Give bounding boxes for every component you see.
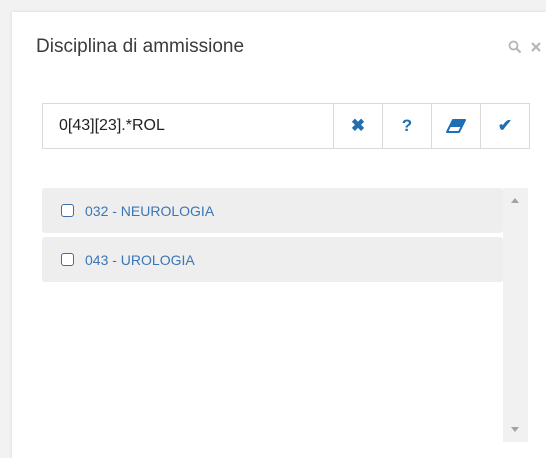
check-icon: ✔ xyxy=(497,116,513,135)
search-icon[interactable] xyxy=(508,40,522,58)
dialog-panel: Disciplina di ammissione ✖ ? ✔ 032 - xyxy=(12,12,546,458)
close-icon[interactable] xyxy=(530,40,542,58)
checkbox[interactable] xyxy=(61,204,74,217)
confirm-button[interactable]: ✔ xyxy=(480,104,529,148)
x-icon: ✖ xyxy=(350,116,366,135)
scroll-down-icon[interactable] xyxy=(511,427,519,432)
list-item-label: 032 - NEUROLOGIA xyxy=(85,202,215,219)
results-list: 032 - NEUROLOGIA 043 - UROLOGIA xyxy=(42,188,528,442)
list-item[interactable]: 043 - UROLOGIA xyxy=(42,237,503,282)
help-button[interactable]: ? xyxy=(382,104,431,148)
list-item-label: 043 - UROLOGIA xyxy=(85,251,195,268)
eraser-icon xyxy=(446,119,466,133)
clear-button[interactable]: ✖ xyxy=(333,104,382,148)
search-bar: ✖ ? ✔ xyxy=(42,103,530,149)
eraser-button[interactable] xyxy=(431,104,480,148)
list-item[interactable]: 032 - NEUROLOGIA xyxy=(42,188,503,233)
header-icons xyxy=(508,40,542,58)
scroll-up-icon[interactable] xyxy=(511,198,519,203)
question-icon: ? xyxy=(401,116,413,135)
scrollbar[interactable] xyxy=(503,188,528,442)
dialog-title: Disciplina di ammissione xyxy=(36,36,245,57)
checkbox[interactable] xyxy=(61,253,74,266)
search-input[interactable] xyxy=(43,104,333,148)
